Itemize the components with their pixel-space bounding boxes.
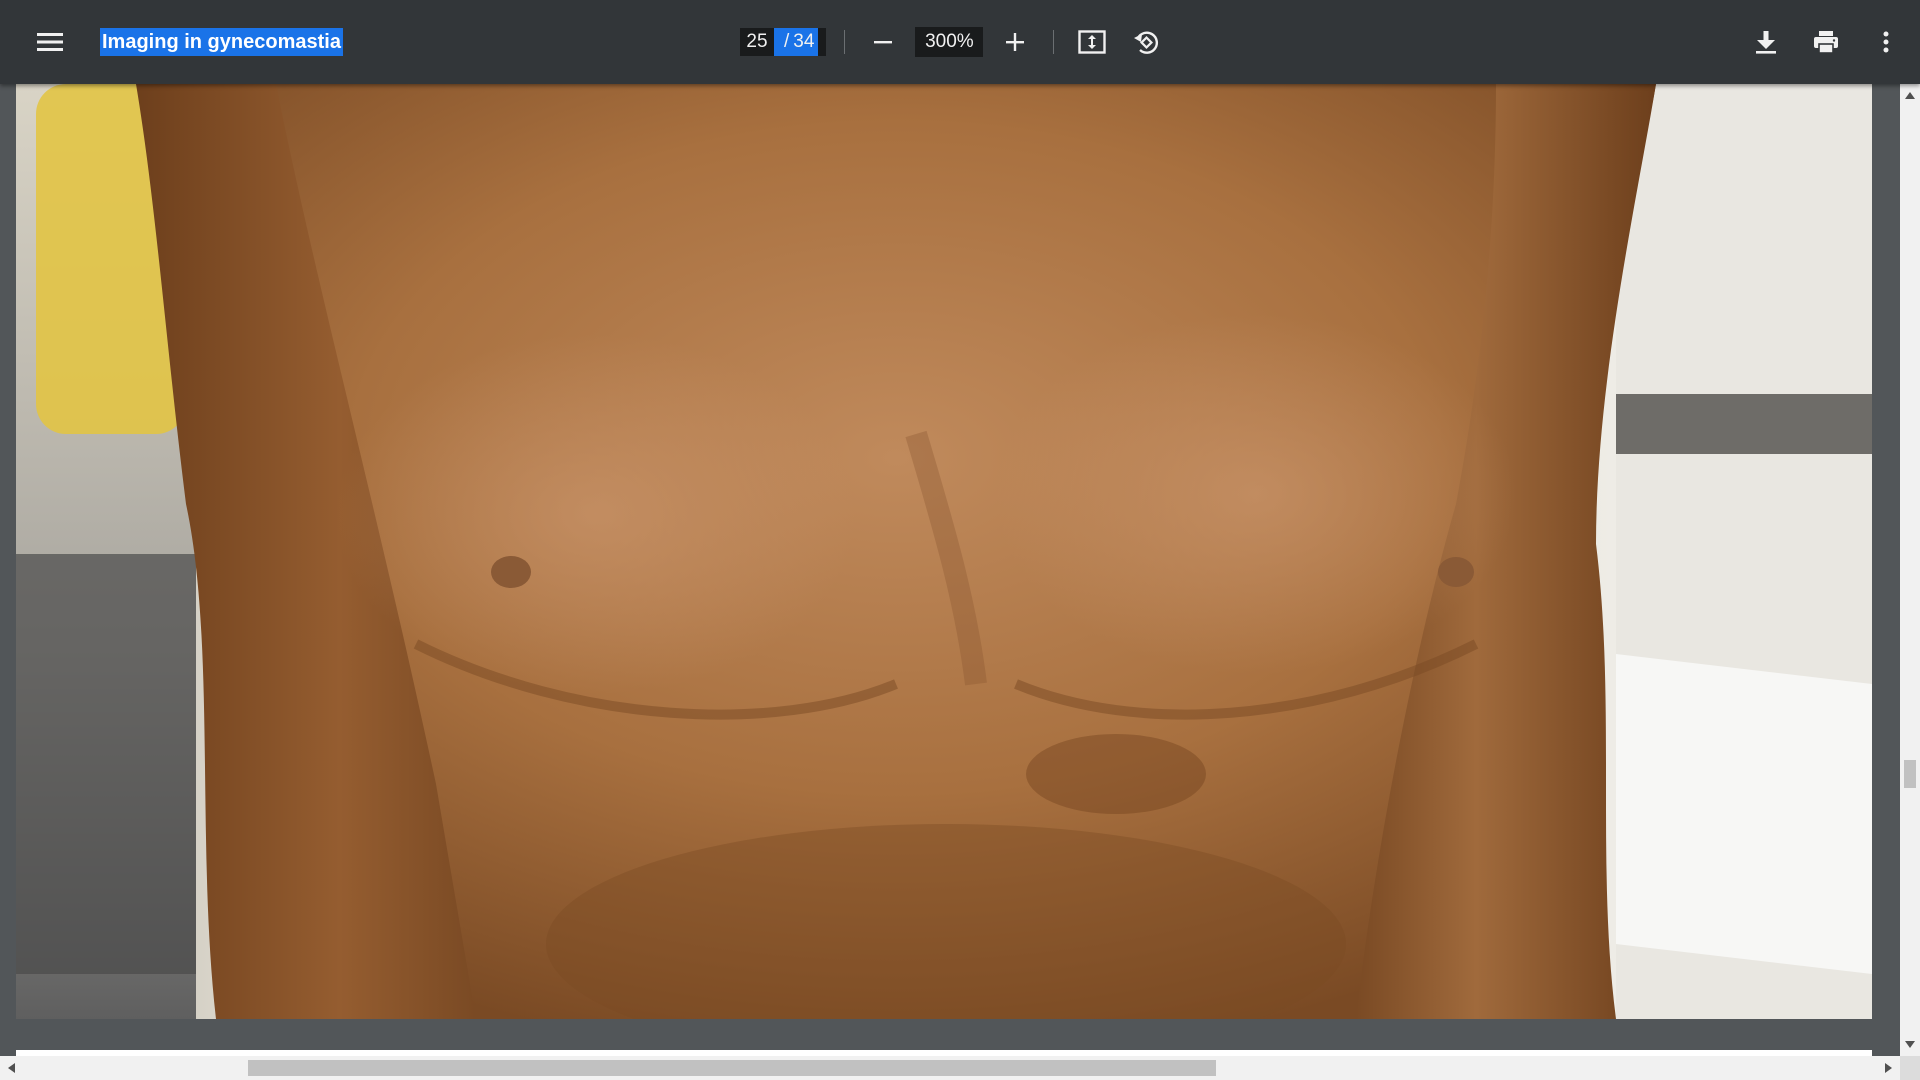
fit-to-page-button[interactable] (1072, 22, 1112, 62)
page-total-highlight: / 34 (774, 28, 819, 56)
scroll-down-arrow-icon[interactable] (1905, 1041, 1915, 1048)
menu-icon (37, 33, 63, 51)
vertical-scrollbar[interactable] (1900, 84, 1920, 1056)
page-zoom-controls: / 34 (740, 22, 1166, 62)
zoom-out-button[interactable] (863, 22, 903, 62)
scroll-up-arrow-icon[interactable] (1905, 92, 1915, 99)
page-indicator: / 34 (740, 28, 827, 56)
scroll-right-arrow-icon[interactable] (1885, 1063, 1892, 1073)
zoom-in-button[interactable] (995, 22, 1035, 62)
scrollbar-corner (1900, 1056, 1920, 1080)
minus-icon (874, 41, 893, 44)
rotate-icon (1134, 31, 1159, 54)
download-button[interactable] (1746, 22, 1786, 62)
menu-button[interactable] (30, 22, 70, 62)
plus-icon (1006, 33, 1025, 51)
print-icon (1814, 31, 1838, 54)
zoom-level-input[interactable] (915, 27, 984, 57)
pdf-page (16, 84, 1872, 1019)
vertical-scroll-thumb[interactable] (1904, 760, 1916, 788)
chest-photo (16, 84, 1872, 1019)
fit-to-page-icon (1078, 30, 1107, 54)
more-vert-icon (1883, 31, 1889, 53)
pdf-toolbar: Imaging in gynecomastia / 34 (0, 0, 1920, 84)
more-options-button[interactable] (1866, 22, 1906, 62)
toolbar-divider (1053, 30, 1055, 54)
toolbar-divider (844, 30, 846, 54)
horizontal-scroll-thumb[interactable] (248, 1060, 1216, 1076)
scroll-left-arrow-icon[interactable] (8, 1063, 15, 1073)
page-separator: / (784, 31, 790, 52)
horizontal-scrollbar[interactable] (0, 1056, 1900, 1080)
download-icon (1756, 31, 1776, 54)
document-title: Imaging in gynecomastia (100, 28, 343, 56)
toolbar-actions (1746, 22, 1906, 62)
rotate-button[interactable] (1126, 22, 1166, 62)
print-button[interactable] (1806, 22, 1846, 62)
page-total: 34 (793, 31, 815, 52)
page-number-input[interactable] (740, 28, 774, 56)
pdf-viewer[interactable] (0, 84, 1900, 1056)
